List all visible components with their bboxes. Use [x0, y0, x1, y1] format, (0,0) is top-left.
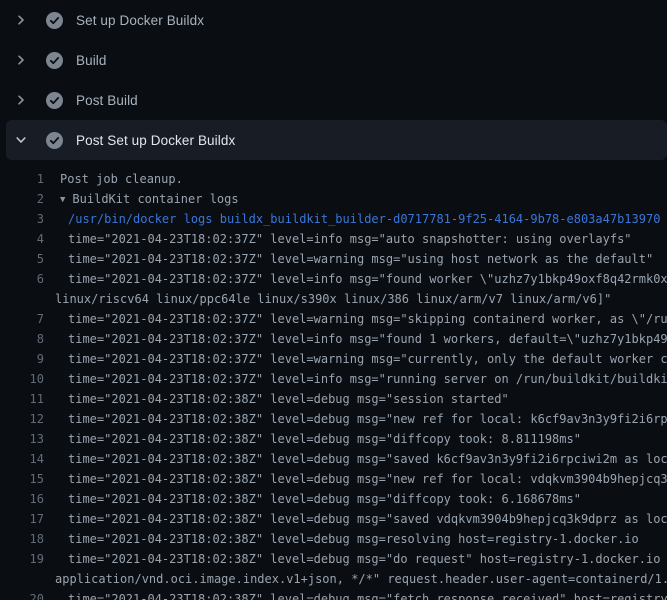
log-line: 17 time="2021-04-23T18:02:38Z" level=deb…	[0, 509, 667, 529]
log-text: time="2021-04-23T18:02:38Z" level=debug …	[44, 429, 581, 449]
steps-list: Set up Docker Buildx Build Post Buil	[0, 0, 667, 160]
log-line: 9 time="2021-04-23T18:02:37Z" level=warn…	[0, 349, 667, 369]
log-line: 1 Post job cleanup.	[0, 169, 667, 189]
log-text: time="2021-04-23T18:02:37Z" level=warnin…	[44, 349, 667, 369]
log-text: time="2021-04-23T18:02:37Z" level=info m…	[44, 269, 667, 289]
log-text: Post job cleanup.	[44, 169, 183, 189]
log-line: 19 time="2021-04-23T18:02:38Z" level=deb…	[0, 549, 667, 569]
step-label: Post Set up Docker Buildx	[76, 133, 235, 148]
chevron-right-icon	[13, 52, 29, 68]
line-number[interactable]: 14	[0, 449, 44, 469]
log-text: time="2021-04-23T18:02:37Z" level=info m…	[44, 329, 667, 349]
line-number[interactable]: 7	[0, 309, 44, 329]
log-text: application/vnd.oci.image.index.v1+json,…	[44, 569, 667, 589]
line-number[interactable]: 5	[0, 249, 44, 269]
triangle-down-icon[interactable]: ▼	[60, 190, 65, 210]
line-number[interactable]: 12	[0, 409, 44, 429]
log-line: 13 time="2021-04-23T18:02:38Z" level=deb…	[0, 429, 667, 449]
log-line: application/vnd.oci.image.index.v1+json,…	[0, 569, 667, 589]
log-command: /usr/bin/docker logs buildx_buildkit_bui…	[44, 209, 660, 229]
log-text: time="2021-04-23T18:02:38Z" level=debug …	[44, 489, 581, 509]
log-text: time="2021-04-23T18:02:37Z" level=warnin…	[44, 249, 653, 269]
log-text: time="2021-04-23T18:02:38Z" level=debug …	[44, 549, 667, 569]
chevron-down-icon	[13, 132, 29, 148]
line-number[interactable]: 16	[0, 489, 44, 509]
line-number[interactable]: 1	[0, 169, 44, 189]
log-line: 16 time="2021-04-23T18:02:38Z" level=deb…	[0, 489, 667, 509]
log-text: time="2021-04-23T18:02:37Z" level=warnin…	[44, 309, 667, 329]
log-line: 10 time="2021-04-23T18:02:37Z" level=inf…	[0, 369, 667, 389]
log-line: 2 ▼BuildKit container logs	[0, 189, 667, 209]
check-circle-icon	[46, 52, 63, 69]
log-text: time="2021-04-23T18:02:38Z" level=debug …	[44, 469, 667, 489]
log-text: time="2021-04-23T18:02:38Z" level=debug …	[44, 389, 509, 409]
log-text: time="2021-04-23T18:02:38Z" level=debug …	[44, 449, 667, 469]
log-line: linux/riscv64 linux/ppc64le linux/s390x …	[0, 289, 667, 309]
log-line: 18 time="2021-04-23T18:02:38Z" level=deb…	[0, 529, 667, 549]
log-line: 20 time="2021-04-23T18:02:38Z" level=deb…	[0, 589, 667, 600]
step-row-post-build[interactable]: Post Build	[0, 80, 667, 120]
log-text: time="2021-04-23T18:02:38Z" level=debug …	[44, 509, 667, 529]
step-row-set-up-docker-buildx[interactable]: Set up Docker Buildx	[0, 0, 667, 40]
log-group-toggle[interactable]: ▼BuildKit container logs	[44, 189, 239, 209]
log-line: 5 time="2021-04-23T18:02:37Z" level=warn…	[0, 249, 667, 269]
log-text: linux/riscv64 linux/ppc64le linux/s390x …	[44, 289, 611, 309]
line-number[interactable]: 11	[0, 389, 44, 409]
log-line: 12 time="2021-04-23T18:02:38Z" level=deb…	[0, 409, 667, 429]
line-number[interactable]: 4	[0, 229, 44, 249]
step-row-post-set-up-docker-buildx[interactable]: Post Set up Docker Buildx	[6, 120, 667, 160]
log-text: time="2021-04-23T18:02:38Z" level=debug …	[44, 589, 667, 600]
log-text: time="2021-04-23T18:02:38Z" level=debug …	[44, 529, 639, 549]
line-number[interactable]: 15	[0, 469, 44, 489]
step-label: Set up Docker Buildx	[76, 13, 204, 28]
line-number	[0, 289, 44, 309]
line-number[interactable]: 6	[0, 269, 44, 289]
step-row-build[interactable]: Build	[0, 40, 667, 80]
line-number[interactable]: 10	[0, 369, 44, 389]
line-number[interactable]: 18	[0, 529, 44, 549]
line-number[interactable]: 20	[0, 589, 44, 600]
check-circle-icon	[46, 92, 63, 109]
log-line: 6 time="2021-04-23T18:02:37Z" level=info…	[0, 269, 667, 289]
log-text: time="2021-04-23T18:02:37Z" level=info m…	[44, 229, 632, 249]
log-line: 7 time="2021-04-23T18:02:37Z" level=warn…	[0, 309, 667, 329]
log-text: time="2021-04-23T18:02:37Z" level=info m…	[44, 369, 667, 389]
check-circle-icon	[46, 12, 63, 29]
line-number[interactable]: 13	[0, 429, 44, 449]
line-number	[0, 569, 44, 589]
log-line: 3 /usr/bin/docker logs buildx_buildkit_b…	[0, 209, 667, 229]
line-number[interactable]: 9	[0, 349, 44, 369]
log-line: 11 time="2021-04-23T18:02:38Z" level=deb…	[0, 389, 667, 409]
line-number[interactable]: 3	[0, 209, 44, 229]
log-line: 15 time="2021-04-23T18:02:38Z" level=deb…	[0, 469, 667, 489]
log-text: time="2021-04-23T18:02:38Z" level=debug …	[44, 409, 667, 429]
check-circle-icon	[46, 132, 63, 149]
step-label: Post Build	[76, 93, 138, 108]
line-number[interactable]: 2	[0, 189, 44, 209]
line-number[interactable]: 19	[0, 549, 44, 569]
log-line: 8 time="2021-04-23T18:02:37Z" level=info…	[0, 329, 667, 349]
line-number[interactable]: 8	[0, 329, 44, 349]
log-line: 4 time="2021-04-23T18:02:37Z" level=info…	[0, 229, 667, 249]
chevron-right-icon	[13, 12, 29, 28]
line-number[interactable]: 17	[0, 509, 44, 529]
log-line: 14 time="2021-04-23T18:02:38Z" level=deb…	[0, 449, 667, 469]
chevron-right-icon	[13, 92, 29, 108]
step-label: Build	[76, 53, 107, 68]
log-area: 1 Post job cleanup. 2 ▼BuildKit containe…	[0, 160, 667, 600]
